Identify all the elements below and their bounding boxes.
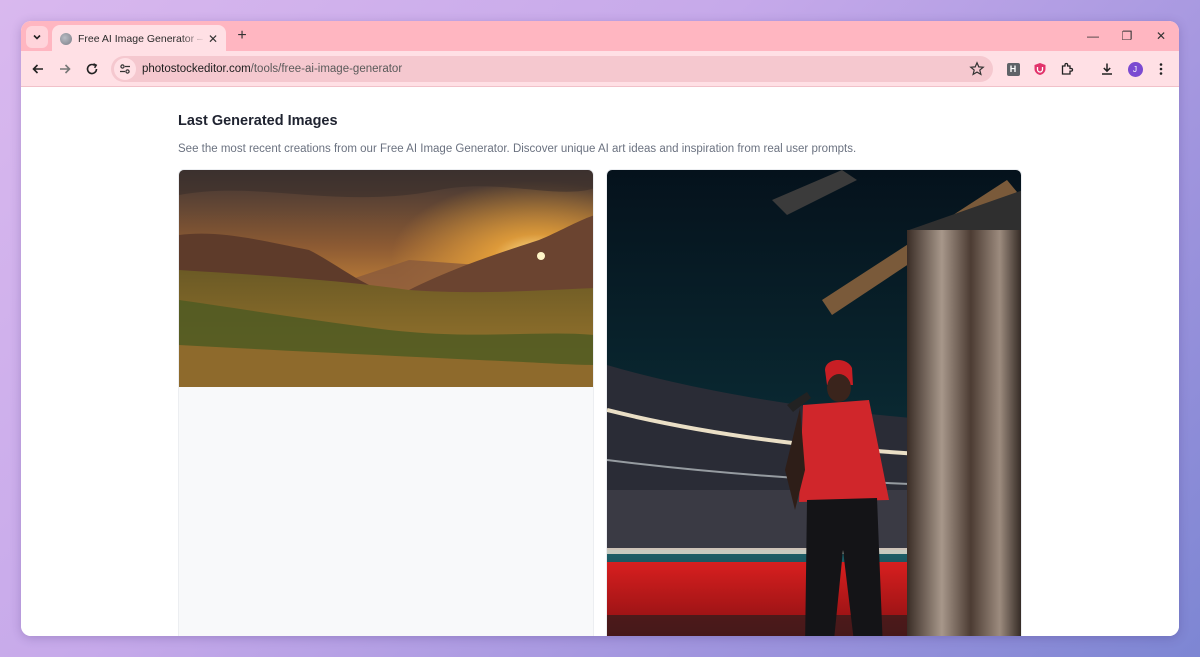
tab-search-button[interactable] — [26, 26, 48, 48]
generated-image-card[interactable] — [606, 169, 1022, 636]
tab-active[interactable]: Free AI Image Generator – Create ✕ — [52, 25, 226, 52]
new-tab-button[interactable]: + — [233, 27, 251, 45]
reload-button[interactable] — [81, 58, 103, 80]
url-path: /tools/free-ai-image-generator — [250, 63, 403, 75]
arrow-left-icon — [32, 64, 43, 74]
browser-window: Free AI Image Generator – Create ✕ + — ❐… — [21, 21, 1179, 636]
tab-close-icon[interactable]: ✕ — [206, 32, 220, 46]
tab-strip: Free AI Image Generator – Create ✕ + — ❐… — [21, 21, 1179, 52]
globe-icon — [60, 32, 72, 45]
avatar: J — [1127, 61, 1143, 77]
section-title: Last Generated Images — [178, 113, 338, 129]
arrow-right-icon — [60, 64, 71, 74]
menu-button[interactable] — [1152, 60, 1170, 78]
close-window-button[interactable]: ✕ — [1150, 26, 1172, 46]
restore-button[interactable]: ❐ — [1116, 26, 1138, 46]
reload-icon — [86, 63, 98, 75]
extension-h[interactable]: H — [1004, 60, 1022, 78]
tune-icon — [120, 64, 130, 74]
tab-title: Free AI Image Generator – Create — [78, 32, 206, 45]
shield-icon — [1034, 63, 1046, 75]
browser-toolbar: photostockeditor.com/tools/free-ai-image… — [21, 51, 1179, 87]
more-vertical-icon — [1159, 63, 1163, 75]
bookmark-star-icon[interactable] — [969, 61, 985, 77]
minimize-button[interactable]: — — [1082, 26, 1104, 46]
back-button[interactable] — [27, 58, 49, 80]
chevron-down-icon — [33, 34, 41, 40]
generated-image-stadium — [607, 170, 1021, 636]
downloads-button[interactable] — [1098, 60, 1116, 78]
extension-shield[interactable] — [1031, 60, 1049, 78]
generated-image-landscape — [179, 170, 593, 387]
url-text: photostockeditor.com/tools/free-ai-image… — [142, 63, 402, 75]
h-extension-icon: H — [1006, 62, 1020, 76]
url-host: photostockeditor.com — [142, 63, 251, 75]
forward-button[interactable] — [54, 58, 76, 80]
profile-button[interactable]: J — [1126, 60, 1144, 78]
page-content: Last Generated Images See the most recen… — [21, 87, 1179, 636]
site-info-button[interactable] — [114, 58, 136, 80]
address-bar[interactable]: photostockeditor.com/tools/free-ai-image… — [111, 56, 993, 82]
generated-image-card[interactable] — [178, 169, 594, 636]
extensions-button[interactable] — [1058, 60, 1076, 78]
download-icon — [1102, 63, 1112, 75]
puzzle-icon — [1061, 62, 1074, 75]
section-description: See the most recent creations from our F… — [178, 143, 857, 155]
